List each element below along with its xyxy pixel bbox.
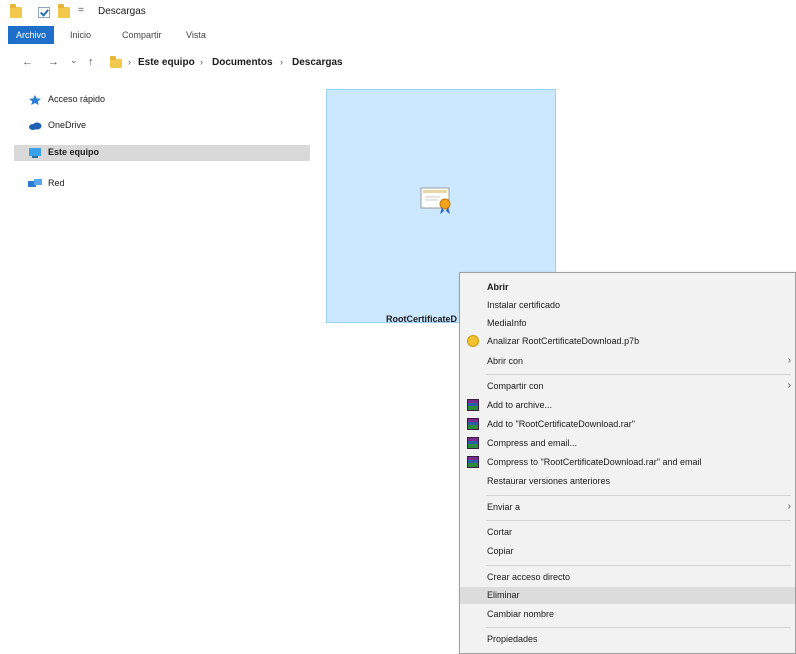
title-bar: = Descargas bbox=[0, 0, 796, 24]
menu-item-crear-acceso-directo[interactable]: Crear acceso directo bbox=[460, 569, 795, 586]
menu-separator bbox=[486, 627, 791, 628]
menu-item-label: Analizar RootCertificateDownload.p7b bbox=[487, 336, 640, 346]
window-title: Descargas bbox=[98, 6, 146, 17]
submenu-arrow-icon: › bbox=[787, 501, 791, 512]
ribbon-tabs: Archivo Inicio Compartir Vista bbox=[0, 26, 796, 44]
menu-item-eliminar[interactable]: Eliminar bbox=[460, 587, 795, 604]
network-icon bbox=[28, 179, 42, 187]
menu-item-abrir-con[interactable]: Abrir con › bbox=[460, 353, 795, 370]
cloud-icon bbox=[29, 122, 42, 130]
breadcrumb-separator: › bbox=[280, 57, 283, 67]
nav-item-este-equipo[interactable]: Este equipo bbox=[14, 145, 310, 161]
menu-separator bbox=[486, 495, 791, 496]
menu-item-label: Copiar bbox=[487, 546, 514, 556]
menu-item-label: Add to "RootCertificateDownload.rar" bbox=[487, 419, 635, 429]
breadcrumb-separator: › bbox=[128, 57, 131, 67]
nav-item-red[interactable]: Red bbox=[14, 176, 310, 192]
breadcrumb-este-equipo[interactable]: Este equipo bbox=[138, 57, 195, 68]
new-folder-icon[interactable] bbox=[58, 4, 70, 18]
winrar-icon bbox=[467, 456, 479, 468]
star-icon bbox=[29, 95, 41, 105]
menu-item-instalar-certificado[interactable]: Instalar certificado bbox=[460, 297, 795, 314]
menu-item-compartir-con[interactable]: Compartir con › bbox=[460, 378, 795, 395]
nav-item-label: Este equipo bbox=[48, 147, 100, 157]
menu-item-compress-email[interactable]: Compress and email... bbox=[460, 435, 795, 452]
menu-item-label: Abrir bbox=[487, 282, 509, 292]
breadcrumb-documentos[interactable]: Documentos bbox=[212, 57, 273, 68]
context-menu: Abrir Instalar certificado MediaInfo Ana… bbox=[459, 272, 796, 654]
menu-item-cambiar-nombre[interactable]: Cambiar nombre bbox=[460, 606, 795, 623]
menu-item-label: Compartir con bbox=[487, 381, 544, 391]
menu-separator bbox=[486, 374, 791, 375]
winrar-icon bbox=[467, 437, 479, 449]
winrar-icon bbox=[467, 418, 479, 430]
menu-item-label: Restaurar versiones anteriores bbox=[487, 476, 611, 486]
menu-item-restaurar-versiones[interactable]: Restaurar versiones anteriores bbox=[460, 473, 795, 490]
menu-item-label: MediaInfo bbox=[487, 318, 527, 328]
file-name-label: RootCertificateD bbox=[386, 314, 458, 324]
winrar-icon bbox=[467, 399, 479, 411]
nav-item-label: OneDrive bbox=[48, 120, 87, 130]
tab-archivo[interactable]: Archivo bbox=[8, 26, 54, 44]
menu-item-analizar[interactable]: Analizar RootCertificateDownload.p7b bbox=[460, 333, 795, 350]
menu-separator bbox=[486, 565, 791, 566]
menu-separator bbox=[486, 520, 791, 521]
up-arrow-icon[interactable]: ↑ bbox=[88, 56, 94, 68]
menu-item-label: Cambiar nombre bbox=[487, 609, 555, 619]
back-arrow-icon[interactable]: ← bbox=[22, 56, 33, 68]
menu-item-enviar-a[interactable]: Enviar a › bbox=[460, 499, 795, 516]
menu-item-label: Enviar a bbox=[487, 502, 521, 512]
breadcrumb-separator: › bbox=[200, 57, 203, 67]
address-bar: ← → ⌄ ↑ › Este equipo › Documentos › Des… bbox=[0, 54, 796, 72]
forward-arrow-icon[interactable]: → bbox=[48, 56, 59, 68]
nav-item-label: Red bbox=[48, 178, 65, 188]
submenu-arrow-icon: › bbox=[787, 355, 791, 366]
tab-vista[interactable]: Vista bbox=[186, 26, 206, 44]
menu-item-mediainfo[interactable]: MediaInfo bbox=[460, 315, 795, 332]
nav-item-label: Acceso rápido bbox=[48, 94, 106, 104]
menu-item-label: Cortar bbox=[487, 527, 513, 537]
folder-icon bbox=[110, 56, 122, 68]
menu-item-label: Compress to "RootCertificateDownload.rar… bbox=[487, 457, 702, 467]
menu-item-add-to-archive[interactable]: Add to archive... bbox=[460, 397, 795, 414]
quick-access-dropdown[interactable]: = bbox=[78, 5, 84, 16]
recent-locations-icon[interactable]: ⌄ bbox=[70, 55, 78, 66]
menu-item-propiedades[interactable]: Propiedades bbox=[460, 631, 795, 648]
menu-item-label: Instalar certificado bbox=[487, 300, 561, 310]
properties-checkbox-icon[interactable] bbox=[38, 7, 50, 18]
menu-item-cortar[interactable]: Cortar bbox=[460, 524, 795, 541]
nav-item-onedrive[interactable]: OneDrive bbox=[14, 118, 310, 134]
menu-item-label: Eliminar bbox=[487, 590, 520, 600]
menu-item-label: Add to archive... bbox=[487, 400, 553, 410]
computer-icon bbox=[29, 148, 41, 158]
tab-compartir[interactable]: Compartir bbox=[122, 26, 162, 44]
menu-item-label: Compress and email... bbox=[487, 438, 578, 448]
menu-item-add-to-rar[interactable]: Add to "RootCertificateDownload.rar" bbox=[460, 416, 795, 433]
menu-item-compress-to-rar-email[interactable]: Compress to "RootCertificateDownload.rar… bbox=[460, 454, 795, 471]
folder-icon bbox=[10, 4, 22, 18]
tab-inicio[interactable]: Inicio bbox=[70, 26, 91, 44]
menu-item-label: Crear acceso directo bbox=[487, 572, 571, 582]
certificate-icon bbox=[420, 187, 451, 214]
menu-item-copiar[interactable]: Copiar bbox=[460, 543, 795, 560]
submenu-arrow-icon: › bbox=[787, 380, 791, 391]
nav-item-acceso-rapido[interactable]: Acceso rápido bbox=[14, 92, 310, 108]
menu-item-abrir[interactable]: Abrir bbox=[460, 279, 795, 296]
antivirus-icon bbox=[467, 335, 479, 347]
menu-item-label: Abrir con bbox=[487, 356, 524, 366]
breadcrumb-descargas[interactable]: Descargas bbox=[292, 57, 343, 68]
menu-item-label: Propiedades bbox=[487, 634, 538, 644]
